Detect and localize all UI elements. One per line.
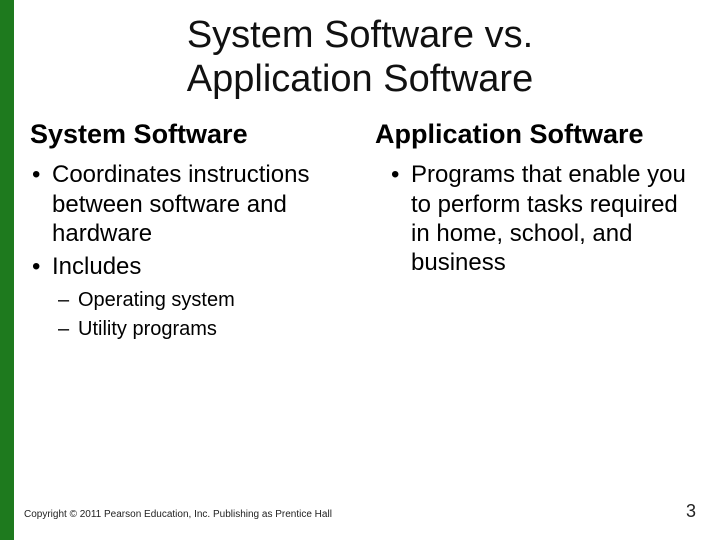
bullet-list-right: Programs that enable you to perform task… [375, 160, 700, 277]
column-system-software: System Software Coordinates instructions… [20, 119, 365, 347]
slide-title: System Software vs. Application Software [0, 0, 720, 101]
content-columns: System Software Coordinates instructions… [0, 101, 720, 347]
column-application-software: Application Software Programs that enabl… [365, 119, 710, 347]
list-item: Coordinates instructions between softwar… [52, 160, 355, 248]
page-number: 3 [686, 501, 696, 522]
sub-item: Utility programs [78, 316, 355, 343]
list-item: Includes Operating system Utility progra… [52, 252, 355, 343]
bullet-text: Coordinates instructions between softwar… [52, 161, 309, 247]
sub-list: Operating system Utility programs [52, 287, 355, 343]
heading-system-software: System Software [30, 119, 355, 150]
copyright-footer: Copyright © 2011 Pearson Education, Inc.… [24, 509, 332, 520]
bullet-list-left: Coordinates instructions between softwar… [30, 160, 355, 343]
sub-item: Operating system [78, 287, 355, 314]
title-line-1: System Software vs. [187, 14, 533, 56]
bullet-text: Includes [52, 253, 141, 280]
list-item: Programs that enable you to perform task… [411, 160, 700, 277]
accent-bar [0, 0, 14, 540]
heading-application-software: Application Software [375, 119, 700, 150]
title-line-2: Application Software [187, 58, 533, 100]
bullet-text: Programs that enable you to perform task… [411, 161, 686, 276]
